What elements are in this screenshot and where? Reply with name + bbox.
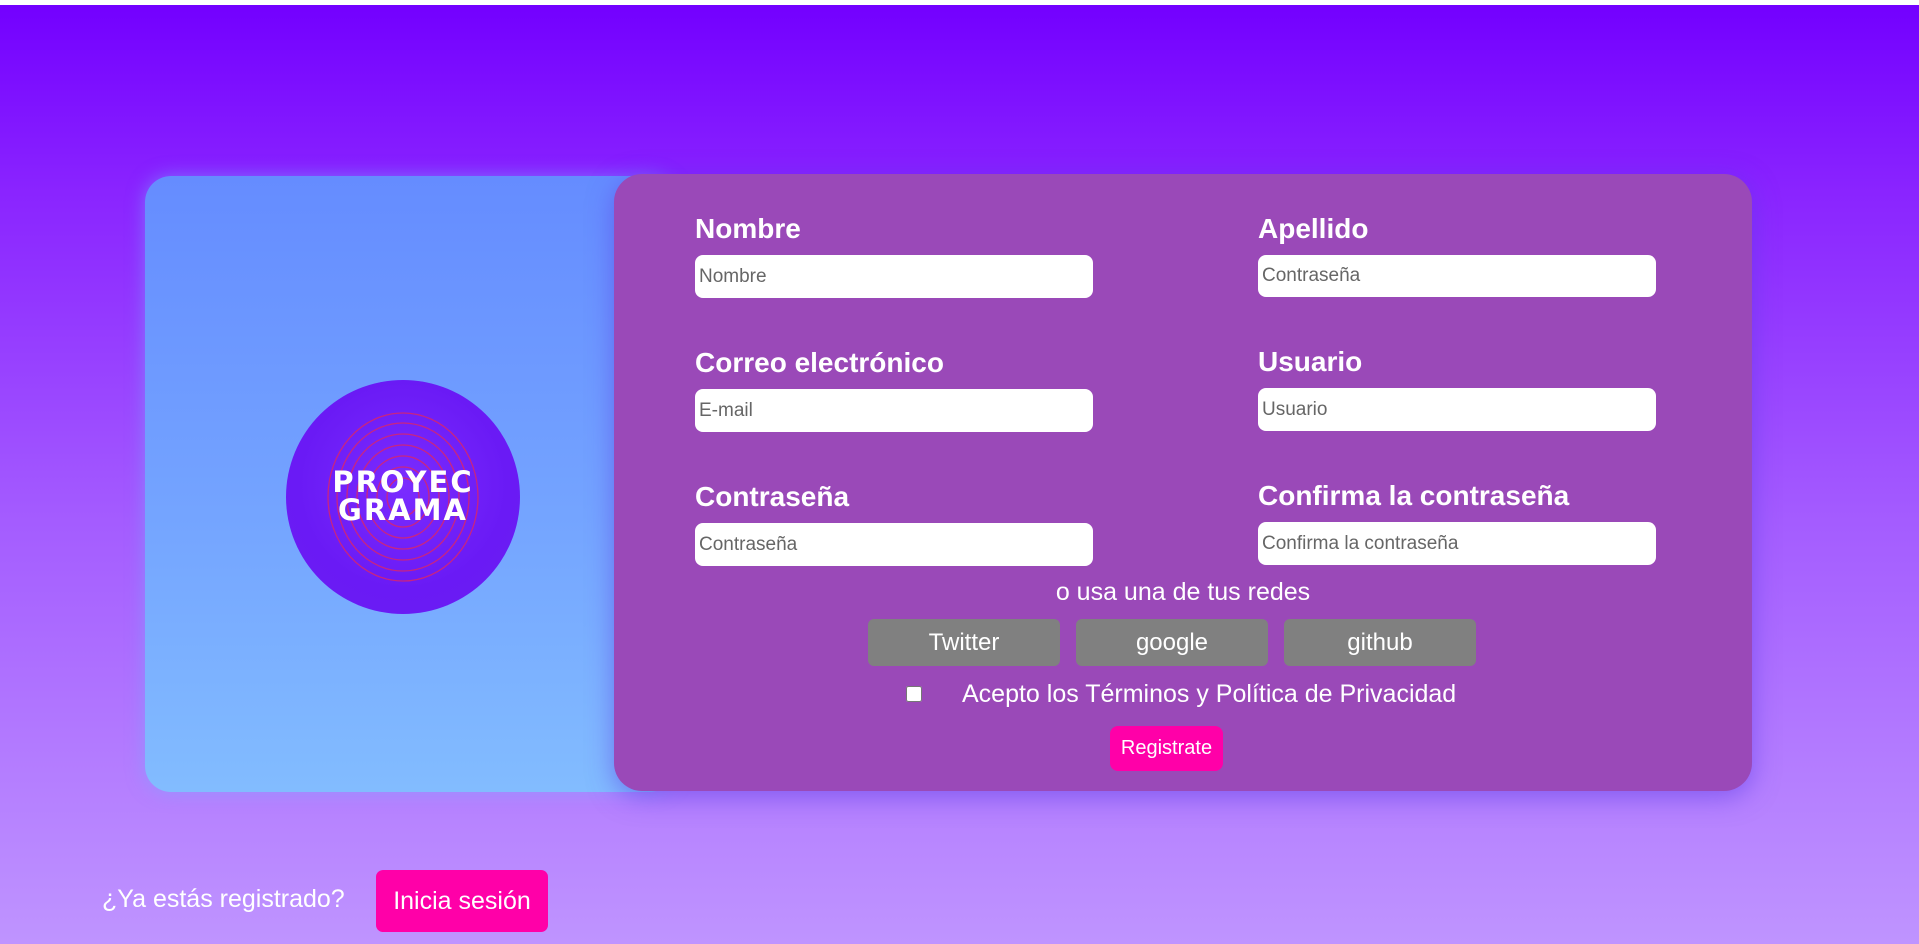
register-button[interactable]: Registrate: [1110, 726, 1223, 771]
terms-label: Acepto los Términos y Política de Privac…: [962, 679, 1457, 708]
nombre-field: Nombre: [695, 211, 1093, 298]
already-registered-text: ¿Ya estás registrado?: [102, 885, 345, 913]
nombre-input[interactable]: [695, 255, 1093, 298]
confirm-password-field: Confirma la contraseña: [1258, 478, 1656, 565]
usuario-label: Usuario: [1258, 346, 1363, 377]
confirm-password-input[interactable]: [1258, 522, 1656, 565]
github-button[interactable]: github: [1284, 619, 1476, 666]
apellido-label: Apellido: [1258, 213, 1369, 244]
twitter-button[interactable]: Twitter: [868, 619, 1060, 666]
logo-text-line-2: GRAMA: [338, 493, 468, 527]
usuario-input[interactable]: [1258, 388, 1656, 431]
email-input[interactable]: [695, 389, 1093, 432]
proyecgrama-logo: PROYEC GRAMA: [286, 380, 520, 614]
social-login-buttons: Twitter google github: [868, 619, 1476, 666]
google-button[interactable]: google: [1076, 619, 1268, 666]
apellido-input[interactable]: [1258, 255, 1656, 297]
nombre-label: Nombre: [695, 213, 801, 244]
password-input[interactable]: [695, 523, 1093, 566]
terms-checkbox[interactable]: [906, 686, 922, 702]
terms-row: Acepto los Términos y Política de Privac…: [904, 678, 1456, 710]
password-field: Contraseña: [695, 479, 1093, 566]
confirm-password-label: Confirma la contraseña: [1258, 480, 1570, 511]
password-label: Contraseña: [695, 481, 850, 512]
apellido-field: Apellido: [1258, 211, 1656, 297]
email-label: Correo electrónico: [695, 347, 944, 378]
email-field: Correo electrónico: [695, 345, 1093, 432]
social-login-prompt: o usa una de tus redes: [1055, 578, 1311, 606]
usuario-field: Usuario: [1258, 344, 1656, 431]
login-button[interactable]: Inicia sesión: [376, 870, 548, 932]
